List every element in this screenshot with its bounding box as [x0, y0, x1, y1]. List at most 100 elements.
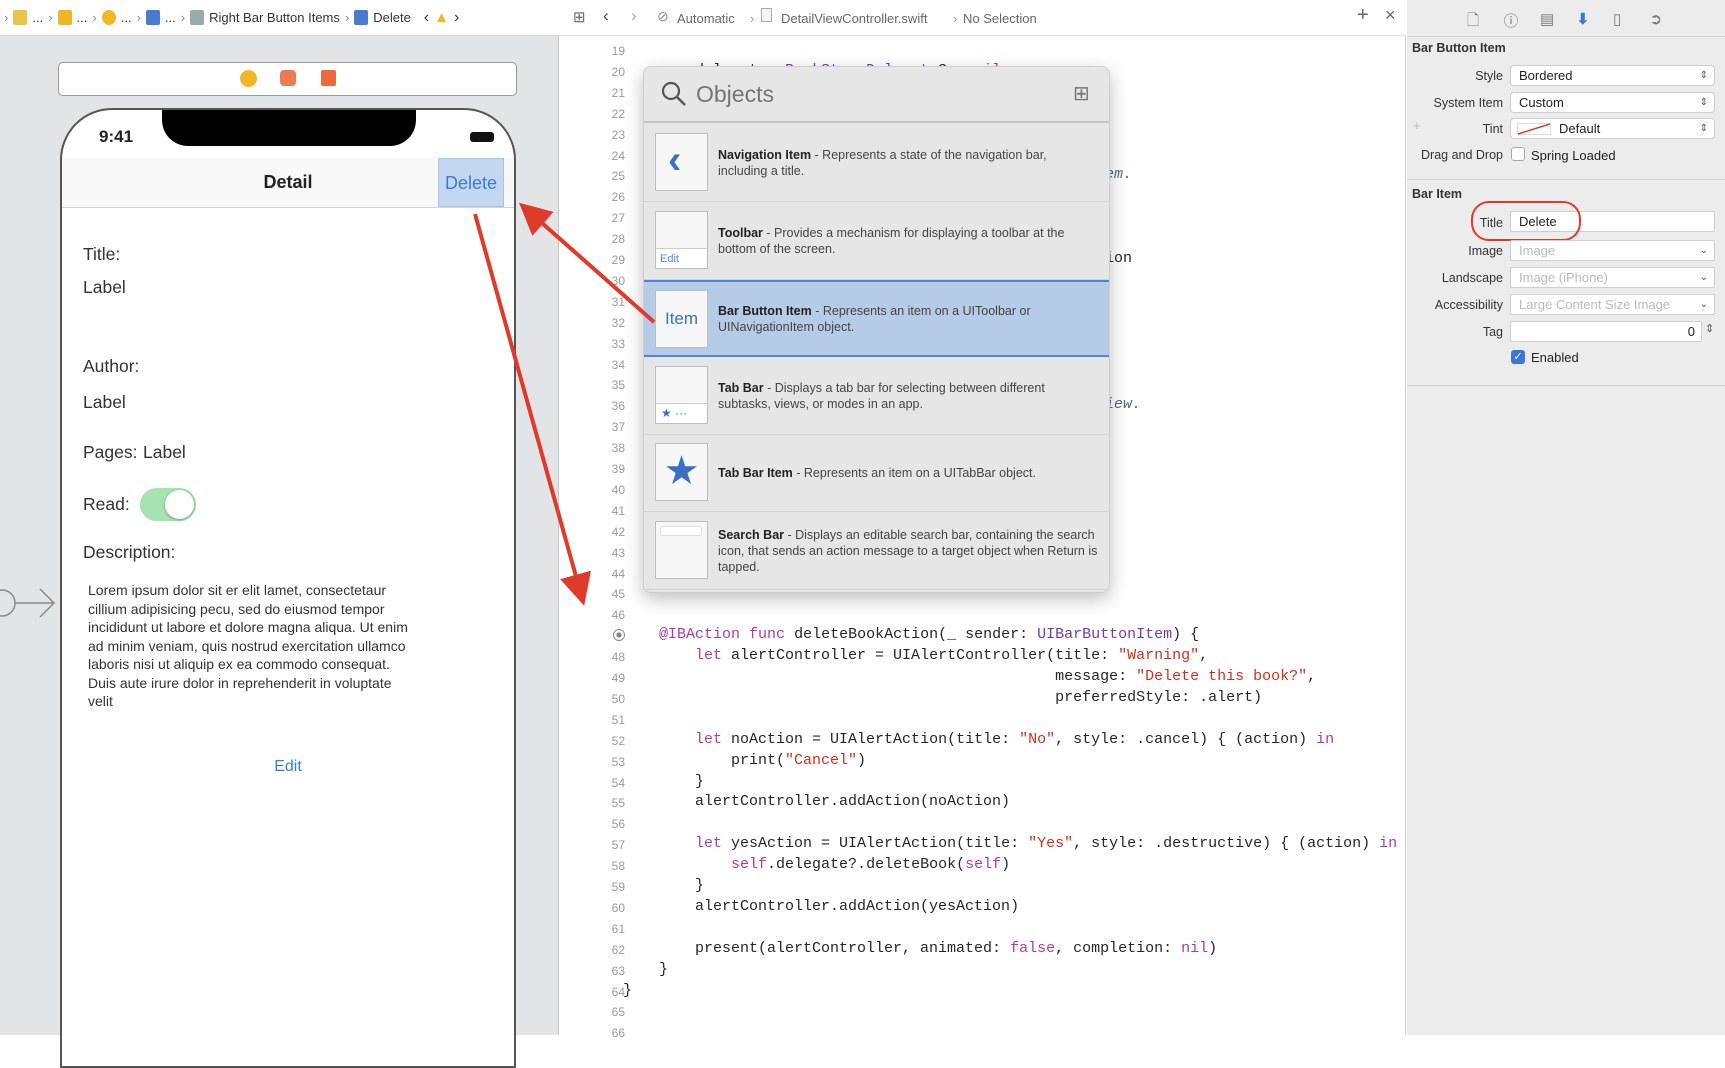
author-value: Label — [83, 392, 126, 412]
line-number: 24 — [611, 148, 625, 163]
code-line[interactable]: @IBAction func deleteBookAction(_ sender… — [623, 626, 1199, 643]
attributes-inspector-icon[interactable]: ⬇ — [1577, 10, 1590, 28]
landscape-label: Landscape — [1441, 271, 1503, 285]
library-item-toolbar[interactable]: Edit Toolbar - Provides a mechanism for d… — [644, 203, 1109, 280]
icon-text: ★ — [663, 449, 700, 493]
mode-automatic[interactable]: Automatic — [677, 11, 735, 26]
line-number: 38 — [611, 441, 625, 456]
style-select[interactable]: Bordered ⇕ — [1510, 65, 1715, 86]
grid-icon[interactable]: ⊞ — [573, 8, 586, 26]
back-chevron-icon[interactable]: ‹ — [603, 6, 609, 26]
image-combo[interactable]: Image ⌄ — [1510, 240, 1715, 261]
breadcrumb-item[interactable]: ... — [77, 10, 88, 25]
code-line[interactable]: } — [623, 961, 668, 978]
forward-chevron-icon[interactable]: › — [631, 6, 637, 26]
code-token: , style: .cancel) { (action) — [1055, 730, 1317, 748]
chevron-down-icon[interactable]: ⌄ — [1700, 241, 1708, 260]
read-switch[interactable] — [140, 488, 196, 521]
notch — [162, 110, 416, 146]
connections-inspector-icon[interactable]: ➲ — [1650, 10, 1663, 28]
breadcrumb-item[interactable]: Right Bar Button Items — [209, 10, 340, 25]
enabled-checkbox[interactable]: ✓ — [1511, 350, 1525, 364]
library-item-tab-bar-item[interactable]: ★ Tab Bar Item - Represents an item on a … — [644, 435, 1109, 512]
file-name[interactable]: DetailViewController.swift — [781, 11, 927, 26]
chevron-icon: › — [4, 10, 9, 25]
image-label: Image — [1468, 244, 1503, 258]
code-line[interactable]: self.delegate?.deleteBook(self) — [623, 856, 1010, 873]
tab-bar-icon: ★ ··· — [655, 365, 708, 424]
icon-text: Item — [664, 309, 699, 328]
code-token: "No" — [1019, 730, 1056, 748]
line-number: 37 — [611, 420, 625, 435]
breadcrumb-item[interactable]: ... — [121, 10, 132, 25]
library-item-name: Navigation Item — [718, 148, 812, 162]
code-token: .delegate?.deleteBook( — [767, 856, 966, 874]
library-search-input[interactable] — [696, 75, 1036, 113]
warning-icon[interactable]: ▲ — [434, 9, 449, 26]
code-token: "Cancel" — [785, 751, 858, 769]
line-number: 39 — [611, 462, 625, 476]
line-number: 35 — [611, 378, 625, 393]
identity-inspector-icon[interactable]: ▤ — [1540, 10, 1554, 28]
landscape-combo[interactable]: Image (iPhone) ⌄ — [1510, 267, 1715, 288]
code-line[interactable]: message: "Delete this book?", — [623, 668, 1316, 685]
code-token: "Warning" — [1118, 647, 1200, 665]
breadcrumb-item[interactable]: Delete — [373, 10, 411, 25]
library-item-search-bar[interactable]: Search Bar - Displays an editable search… — [644, 513, 1109, 590]
help-icon[interactable]: ⓘ — [1504, 10, 1519, 31]
code-token: , — [1199, 647, 1209, 665]
library-item-name: Search Bar — [718, 527, 785, 542]
code-line[interactable]: } — [623, 877, 704, 894]
tag-stepper[interactable]: ⇕ — [1705, 322, 1714, 335]
forward-chevron-icon[interactable]: › — [454, 9, 459, 27]
back-chevron-icon[interactable]: ‹ — [424, 9, 429, 27]
code-line[interactable]: } — [623, 982, 632, 999]
line-number: 58 — [611, 859, 625, 874]
line-number: 50 — [611, 691, 625, 706]
chevron-down-icon[interactable]: ⌄ — [1700, 295, 1708, 314]
icon-text: ★ ··· — [656, 402, 707, 423]
size-inspector-icon[interactable]: ▯ — [1613, 10, 1621, 28]
code-line[interactable]: let alertController = UIAlertController(… — [623, 647, 1208, 664]
system-item-select[interactable]: Custom ⇕ — [1510, 92, 1715, 113]
code-line[interactable]: alertController.addAction(noAction) — [623, 793, 1010, 810]
style-value: Bordered — [1519, 68, 1573, 83]
library-item-tab-bar[interactable]: ★ ··· Tab Bar - Displays a tab bar for se… — [644, 358, 1109, 435]
close-editor-button[interactable]: × — [1385, 5, 1396, 26]
breadcrumb-item[interactable]: ... — [165, 10, 176, 25]
code-line[interactable]: let yesAction = UIAlertAction(title: "Ye… — [623, 835, 1397, 852]
library-item-navigation-item[interactable]: ‹ Navigation Item - Represents a state of… — [644, 125, 1109, 202]
view-controller-icon[interactable] — [240, 70, 257, 87]
chevron-down-icon[interactable]: ⌄ — [1700, 268, 1708, 287]
line-number: 62 — [611, 942, 625, 957]
code-line[interactable]: present(alertController, animated: false… — [623, 940, 1217, 957]
code-line[interactable]: } — [623, 773, 704, 790]
code-line[interactable]: alertController.addAction(yesAction) — [623, 898, 1019, 915]
line-number: 27 — [611, 211, 625, 226]
file-inspector-icon[interactable]: 🗋 — [1467, 10, 1479, 35]
line-number: 64 — [611, 984, 625, 999]
code-token: nil — [1181, 939, 1209, 957]
code-line[interactable]: preferredStyle: .alert) — [623, 689, 1262, 706]
line-number: 44 — [611, 566, 625, 581]
exit-icon[interactable] — [321, 70, 336, 86]
code-line[interactable]: let noAction = UIAlertAction(title: "No"… — [623, 731, 1334, 748]
library-item-name: Bar Button Item — [718, 303, 812, 318]
add-editor-button[interactable]: + — [1357, 4, 1369, 27]
selection-label[interactable]: No Selection — [963, 11, 1037, 26]
library-item-description: Tab Bar - Displays a tab bar for selecti… — [718, 358, 1098, 434]
first-responder-icon[interactable] — [280, 70, 296, 86]
spring-loaded-checkbox[interactable] — [1511, 147, 1525, 161]
breadcrumb-item[interactable]: ... — [32, 10, 43, 25]
tint-select[interactable]: Default ⇕ — [1510, 118, 1715, 139]
tag-field[interactable]: 0 — [1510, 321, 1702, 342]
accessibility-combo[interactable]: Large Content Size Image ⌄ — [1510, 294, 1715, 315]
line-number: 57 — [611, 838, 625, 853]
code-line[interactable]: print("Cancel") — [623, 752, 866, 769]
scene-icon — [57, 10, 72, 25]
edit-button[interactable]: Edit — [62, 758, 514, 776]
code-token: } — [623, 981, 633, 999]
grid-view-icon[interactable]: ⊞ — [1073, 81, 1090, 106]
library-item-bar-button-item[interactable]: Item Bar Button Item - Represents an item… — [644, 280, 1109, 357]
delete-bar-button[interactable]: Delete — [438, 158, 504, 207]
